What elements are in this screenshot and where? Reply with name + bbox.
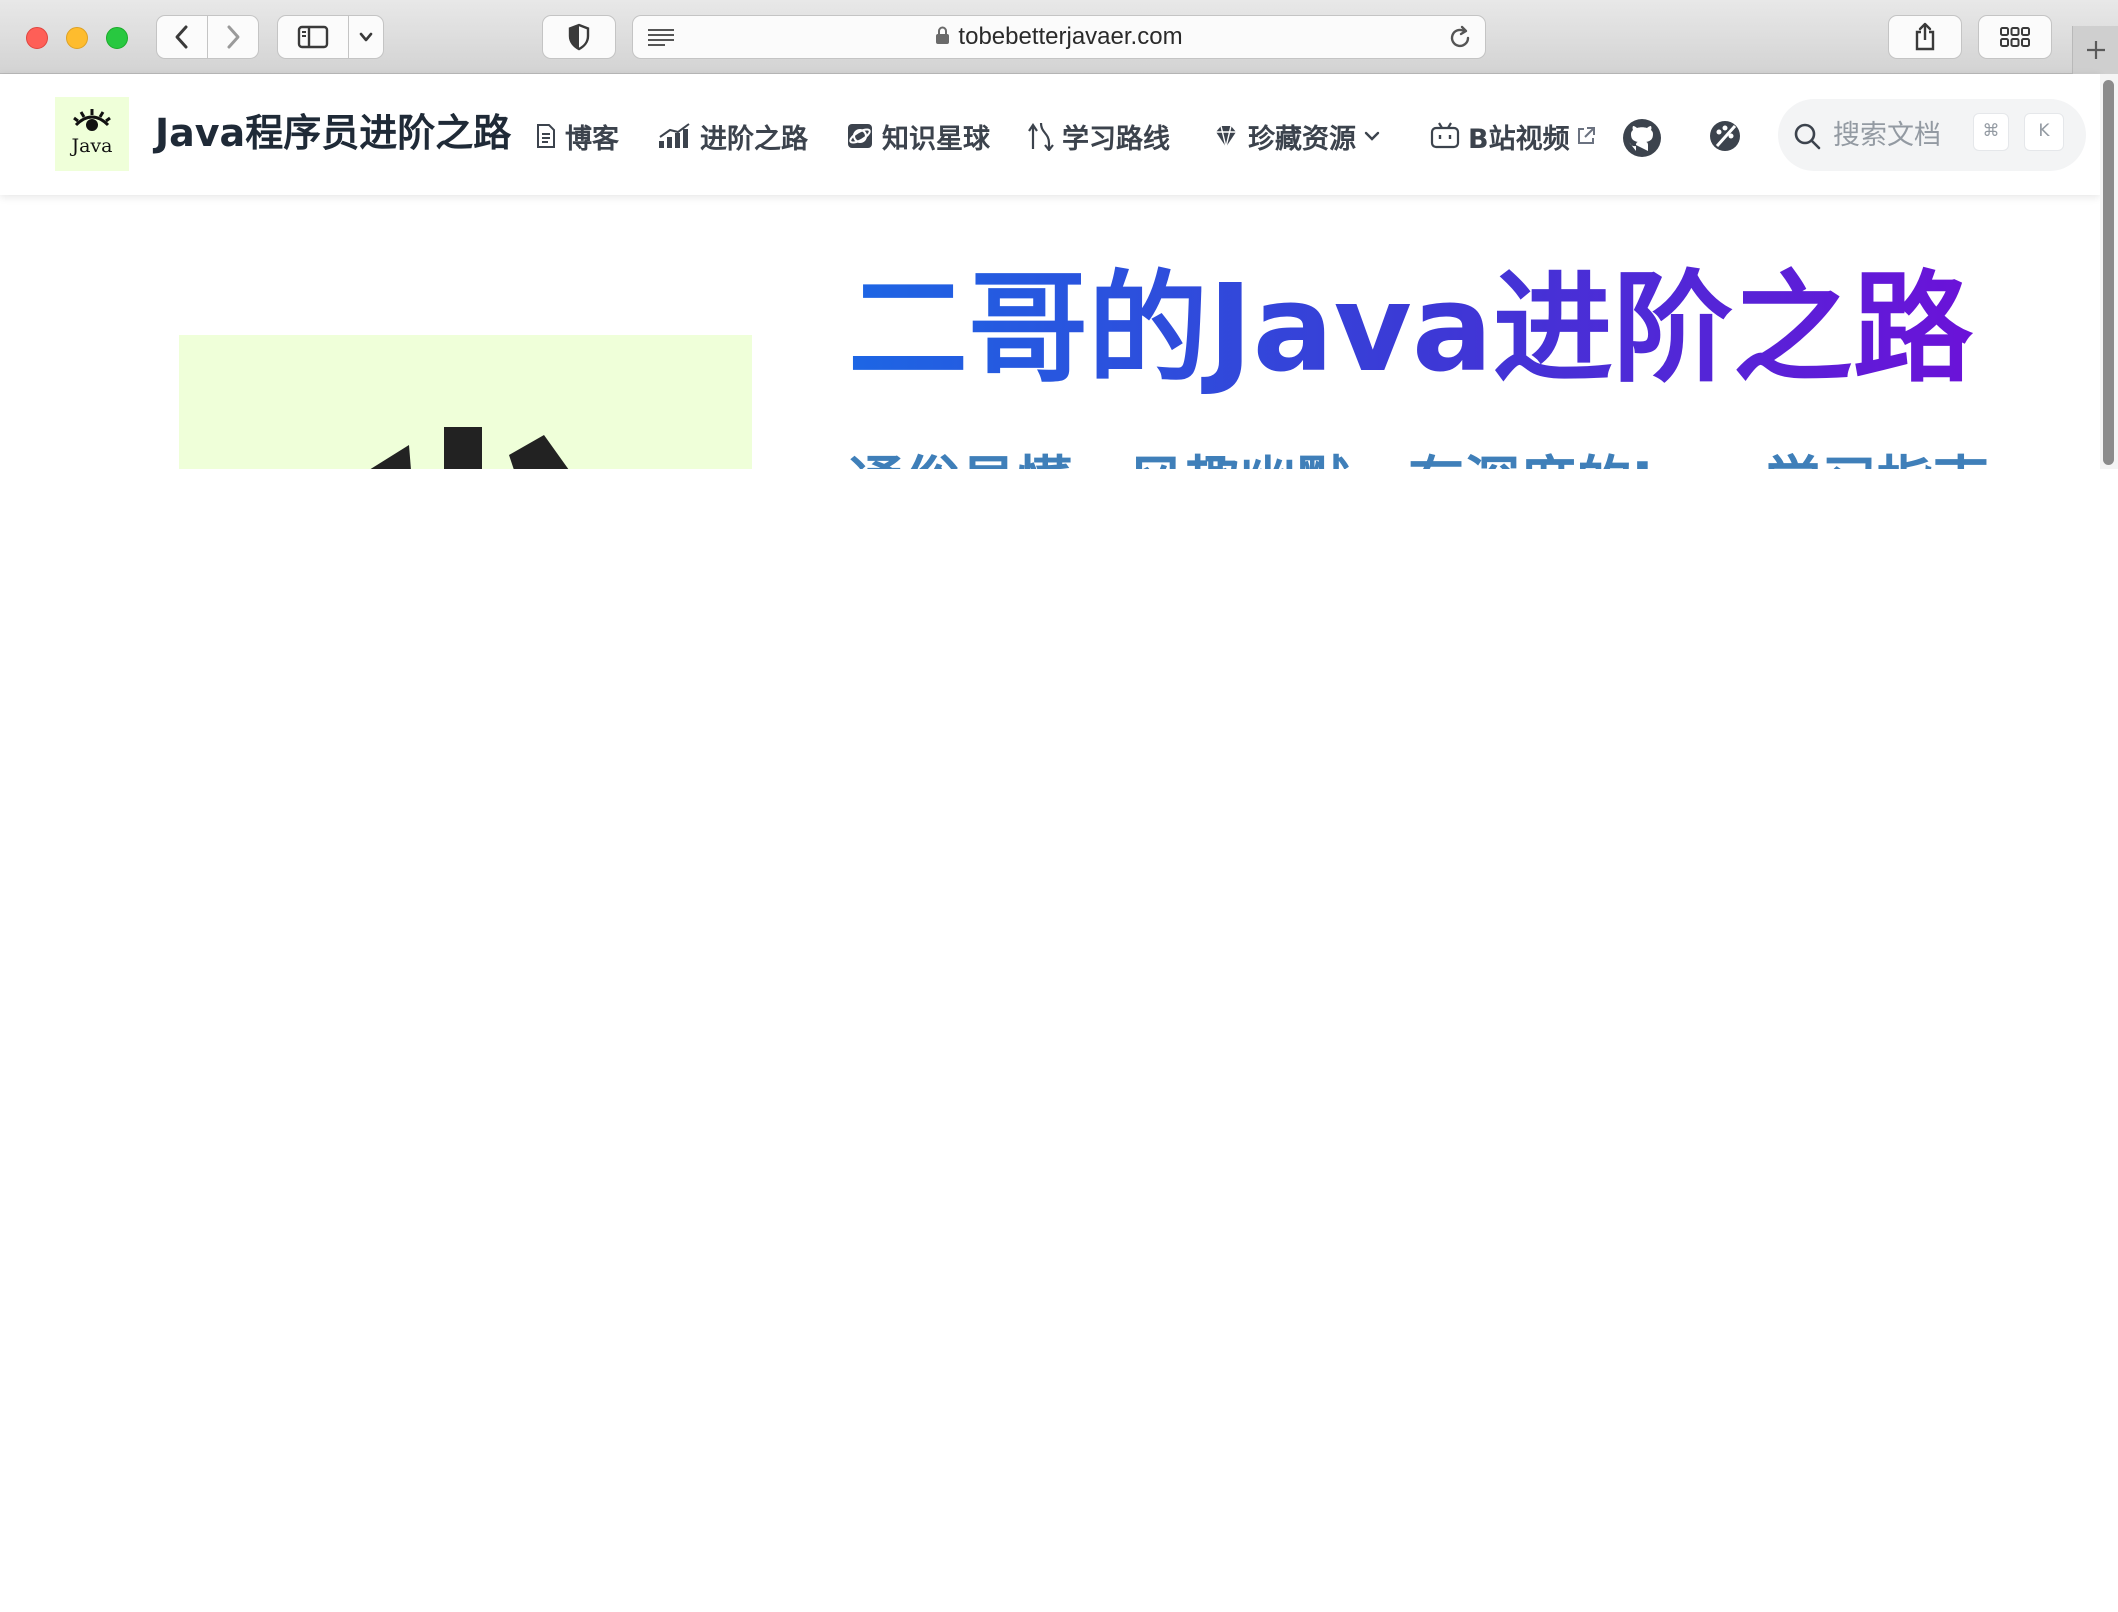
url-text-container: tobebetterjavaer.com	[633, 16, 1485, 58]
nav-item-advanced-path[interactable]: 进阶之路	[658, 116, 808, 156]
reload-icon[interactable]	[1447, 25, 1473, 51]
shortcut-k-key: K	[2024, 113, 2064, 151]
hero-title: 二哥的Java进阶之路	[848, 260, 1973, 399]
new-tab-button[interactable]	[2072, 26, 2118, 74]
shortcut-cmd-key: ⌘	[1973, 113, 2009, 151]
hero-image	[179, 335, 752, 469]
chevron-left-icon	[175, 25, 188, 49]
back-button[interactable]	[156, 15, 208, 59]
browser-toolbar: tobebetterjavaer.com	[0, 0, 2118, 74]
sidebar-toggle-button[interactable]	[277, 15, 349, 59]
bilibili-icon	[1430, 122, 1460, 149]
nav-item-treasure-resources[interactable]: 珍藏资源	[1212, 116, 1382, 156]
site-navbar: Java Java程序员进阶之路 博客 进阶之路 知识星球 学习路线 珍藏资源 …	[0, 74, 2100, 195]
route-icon	[1028, 122, 1054, 151]
search-icon	[1794, 123, 1821, 150]
nav-item-knowledge-planet[interactable]: 知识星球	[846, 116, 990, 156]
search-box[interactable]: 搜索文档 ⌘ K	[1778, 99, 2086, 171]
share-icon	[1915, 22, 1935, 51]
chevron-down-icon	[1364, 131, 1380, 141]
zoom-window-button[interactable]	[106, 27, 128, 49]
github-icon	[1623, 119, 1661, 157]
nav-item-label: 学习路线	[1062, 123, 1170, 155]
grid-icon	[2000, 27, 2030, 47]
site-title[interactable]: Java程序员进阶之路	[155, 108, 511, 158]
minimize-window-button[interactable]	[66, 27, 88, 49]
close-window-button[interactable]	[26, 27, 48, 49]
nav-item-label: 博客	[565, 123, 619, 155]
chevron-right-icon	[227, 25, 240, 49]
external-link-icon	[1577, 127, 1595, 144]
tab-overview-button[interactable]	[1978, 15, 2052, 59]
nav-item-label: 珍藏资源	[1248, 123, 1356, 155]
shield-icon	[568, 23, 590, 51]
hero-subtitle: 通俗易懂、风趣幽默、有深度的Java学习指南	[848, 449, 1989, 469]
nav-item-label: B站视频	[1468, 123, 1570, 155]
url-text: tobebetterjavaer.com	[958, 23, 1183, 50]
eye-logo-icon	[73, 109, 111, 131]
sidebar-icon	[297, 25, 329, 49]
planet-icon	[848, 124, 872, 148]
chevron-down-icon	[359, 32, 373, 42]
theme-toggle-button[interactable]	[1707, 118, 1743, 158]
tab-overview-dropdown[interactable]	[348, 15, 384, 59]
forward-button[interactable]	[207, 15, 259, 59]
site-logo[interactable]: Java	[55, 97, 129, 171]
share-button[interactable]	[1888, 15, 1962, 59]
nav-item-learning-route[interactable]: 学习路线	[1028, 116, 1170, 156]
nav-item-label: 进阶之路	[700, 123, 808, 155]
document-icon	[537, 124, 555, 148]
github-link[interactable]	[1622, 118, 1662, 162]
plus-icon	[2087, 41, 2105, 59]
gem-icon	[1216, 125, 1236, 148]
theme-toggle-icon	[1710, 121, 1740, 151]
nav-item-bilibili-video[interactable]: B站视频	[1430, 116, 1596, 156]
nav-item-label: 知识星球	[882, 123, 990, 155]
scrollbar-thumb[interactable]	[2103, 80, 2114, 465]
lock-icon	[936, 26, 950, 45]
search-placeholder: 搜索文档	[1833, 120, 1941, 151]
privacy-report-button[interactable]	[542, 15, 616, 59]
address-bar[interactable]: tobebetterjavaer.com	[632, 15, 1486, 59]
hero-mascot-graphic	[370, 427, 569, 469]
bar-chart-icon	[659, 123, 690, 148]
logo-text: Java	[71, 135, 113, 157]
nav-item-blog[interactable]: 博客	[535, 116, 619, 156]
